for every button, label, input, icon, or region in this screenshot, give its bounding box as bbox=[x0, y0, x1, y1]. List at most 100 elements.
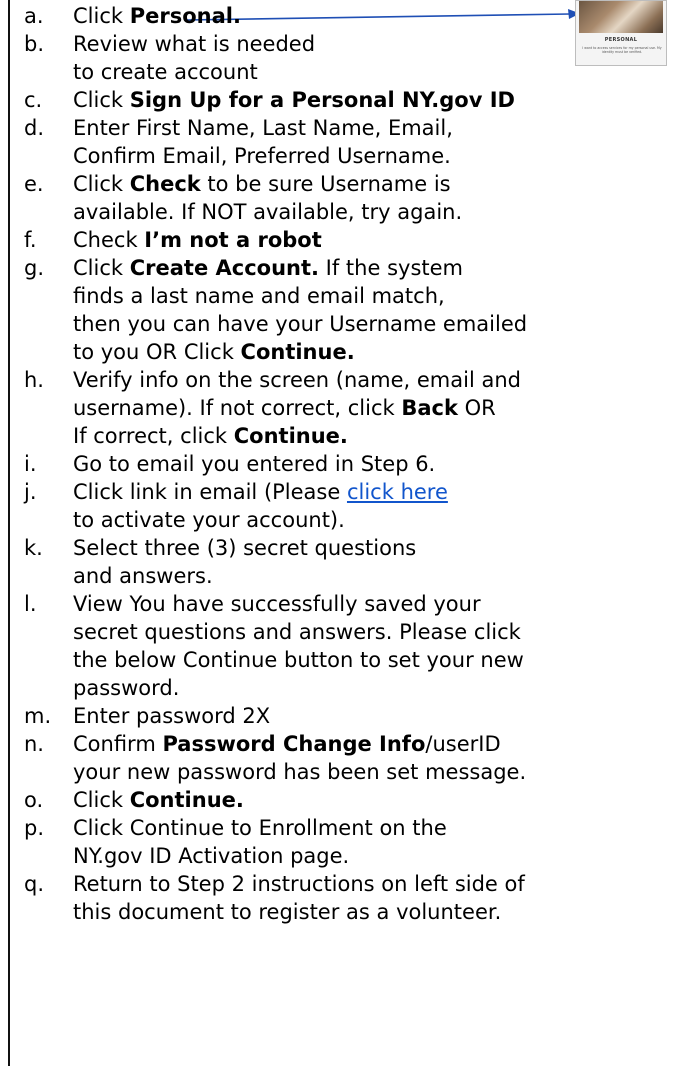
step-text: Go to email you entered in Step 6. bbox=[73, 452, 436, 476]
step-text: If the system bbox=[319, 256, 463, 280]
step-line: Click Create Account. If the system bbox=[73, 254, 670, 282]
step-item: q. Return to Step 2 instructions on left … bbox=[24, 870, 670, 926]
step-letter: f. bbox=[24, 228, 37, 252]
emphasized-text: Back bbox=[401, 396, 458, 420]
step-item: k. Select three (3) secret questions and a… bbox=[24, 534, 670, 590]
step-line: Enter password 2X bbox=[73, 702, 670, 730]
step-letter: g. bbox=[24, 256, 45, 280]
step-letter: n. bbox=[24, 732, 44, 756]
step-text: Click bbox=[73, 4, 130, 28]
step-line: Confirm Email, Preferred Username. bbox=[73, 142, 670, 170]
left-border-line bbox=[8, 0, 10, 1066]
step-text: Click bbox=[73, 172, 130, 196]
step-item: m. Enter password 2X bbox=[24, 702, 670, 730]
step-text: available. If NOT available, try again. bbox=[73, 200, 463, 224]
step-line: Click Personal. bbox=[73, 2, 670, 30]
step-text: password. bbox=[73, 676, 180, 700]
step-text: finds a last name and email match, bbox=[73, 284, 445, 308]
step-line: secret questions and answers. Please cli… bbox=[73, 618, 670, 646]
step-text: NY.gov ID Activation page. bbox=[73, 844, 350, 868]
step-text: your new password has been set message. bbox=[73, 760, 527, 784]
emphasized-text: Sign Up for a Personal NY.gov ID bbox=[129, 88, 515, 112]
step-line: available. If NOT available, try again. bbox=[73, 198, 670, 226]
step-line: Confirm Password Change Info/userID bbox=[73, 730, 670, 758]
step-letter: b. bbox=[24, 32, 45, 56]
step-text: /userID bbox=[425, 732, 501, 756]
step-item: g. Click Create Account. If the system fin… bbox=[24, 254, 670, 366]
step-item: p. Click Continue to Enrollment on the NY.… bbox=[24, 814, 670, 870]
step-item: a. Click Personal. bbox=[24, 2, 670, 30]
step-letter: c. bbox=[24, 88, 43, 112]
step-text: Enter password 2X bbox=[73, 704, 271, 728]
step-line: the below Continue button to set your ne… bbox=[73, 646, 670, 674]
step-text: to create account bbox=[73, 60, 258, 84]
step-text: Return to Step 2 instructions on left si… bbox=[73, 872, 525, 896]
step-text: Verify info on the screen (name, email a… bbox=[73, 368, 521, 392]
emphasized-text: Personal. bbox=[129, 4, 241, 28]
emphasized-text: Continue. bbox=[233, 424, 348, 448]
step-line: Go to email you entered in Step 6. bbox=[73, 450, 670, 478]
step-text: username). If not correct, click bbox=[73, 396, 402, 420]
step-letter: l. bbox=[24, 592, 37, 616]
step-text: to activate your account). bbox=[73, 508, 345, 532]
step-item: j. Click link in email (Please click here… bbox=[24, 478, 670, 534]
step-text: Click bbox=[73, 788, 130, 812]
step-line: this document to register as a volunteer… bbox=[73, 898, 670, 926]
step-text: Confirm Email, Preferred Username. bbox=[73, 144, 451, 168]
step-item: o. Click Continue. bbox=[24, 786, 670, 814]
step-line: to activate your account). bbox=[73, 506, 670, 534]
step-letter: m. bbox=[24, 704, 52, 728]
step-letter: a. bbox=[24, 4, 44, 28]
step-line: finds a last name and email match, bbox=[73, 282, 670, 310]
step-item: n. Confirm Password Change Info/userID you… bbox=[24, 730, 670, 786]
instruction-steps-list: a. Click Personal. b. Review what is needed… bbox=[24, 2, 670, 926]
step-line: your new password has been set message. bbox=[73, 758, 670, 786]
step-text: to be sure Username is bbox=[200, 172, 451, 196]
step-line: Verify info on the screen (name, email a… bbox=[73, 366, 670, 394]
activation-link[interactable]: click here bbox=[347, 480, 448, 504]
step-line: Enter First Name, Last Name, Email, bbox=[73, 114, 670, 142]
step-letter: i. bbox=[24, 452, 37, 476]
step-letter: o. bbox=[24, 788, 44, 812]
step-line: Review what is needed bbox=[73, 30, 670, 58]
step-text: Review what is needed bbox=[73, 32, 316, 56]
step-text: Select three (3) secret questions bbox=[73, 536, 417, 560]
step-letter: d. bbox=[24, 116, 45, 140]
step-text: the below Continue button to set your ne… bbox=[73, 648, 524, 672]
step-item: e. Click Check to be sure Username is avai… bbox=[24, 170, 670, 226]
step-line: to create account bbox=[73, 58, 670, 86]
step-line: Click Continue to Enrollment on the bbox=[73, 814, 670, 842]
step-letter: q. bbox=[24, 872, 45, 896]
emphasized-text: Continue. bbox=[129, 788, 244, 812]
step-line: to you OR Click Continue. bbox=[73, 338, 670, 366]
step-text: View You have successfully saved your bbox=[73, 592, 481, 616]
step-line: Return to Step 2 instructions on left si… bbox=[73, 870, 670, 898]
step-line: Click link in email (Please click here bbox=[73, 478, 670, 506]
emphasized-text: Check bbox=[129, 172, 201, 196]
step-letter: k. bbox=[24, 536, 43, 560]
step-text: Check bbox=[73, 228, 145, 252]
step-item: f. Check I’m not a robot bbox=[24, 226, 670, 254]
step-line: NY.gov ID Activation page. bbox=[73, 842, 670, 870]
step-item: b. Review what is needed to create account bbox=[24, 30, 670, 86]
step-item: d. Enter First Name, Last Name, Email, Con… bbox=[24, 114, 670, 170]
step-line: Click Sign Up for a Personal NY.gov ID bbox=[73, 86, 670, 114]
step-text: Confirm bbox=[73, 732, 163, 756]
step-text: Click bbox=[73, 256, 130, 280]
step-line: Select three (3) secret questions bbox=[73, 534, 670, 562]
emphasized-text: Create Account. bbox=[129, 256, 319, 280]
step-line: username). If not correct, click Back OR bbox=[73, 394, 670, 422]
step-item: i. Go to email you entered in Step 6. bbox=[24, 450, 670, 478]
step-line: and answers. bbox=[73, 562, 670, 590]
emphasized-text: I’m not a robot bbox=[144, 228, 322, 252]
step-item: c. Click Sign Up for a Personal NY.gov ID bbox=[24, 86, 670, 114]
step-text: If correct, click bbox=[73, 424, 234, 448]
step-text: Click link in email (Please bbox=[73, 480, 347, 504]
step-text: Click bbox=[73, 88, 130, 112]
step-text: then you can have your Username emailed bbox=[73, 312, 528, 336]
step-line: then you can have your Username emailed bbox=[73, 310, 670, 338]
step-text: OR bbox=[457, 396, 496, 420]
step-line: View You have successfully saved your bbox=[73, 590, 670, 618]
step-text: secret questions and answers. Please cli… bbox=[73, 620, 521, 644]
step-text: and answers. bbox=[73, 564, 213, 588]
